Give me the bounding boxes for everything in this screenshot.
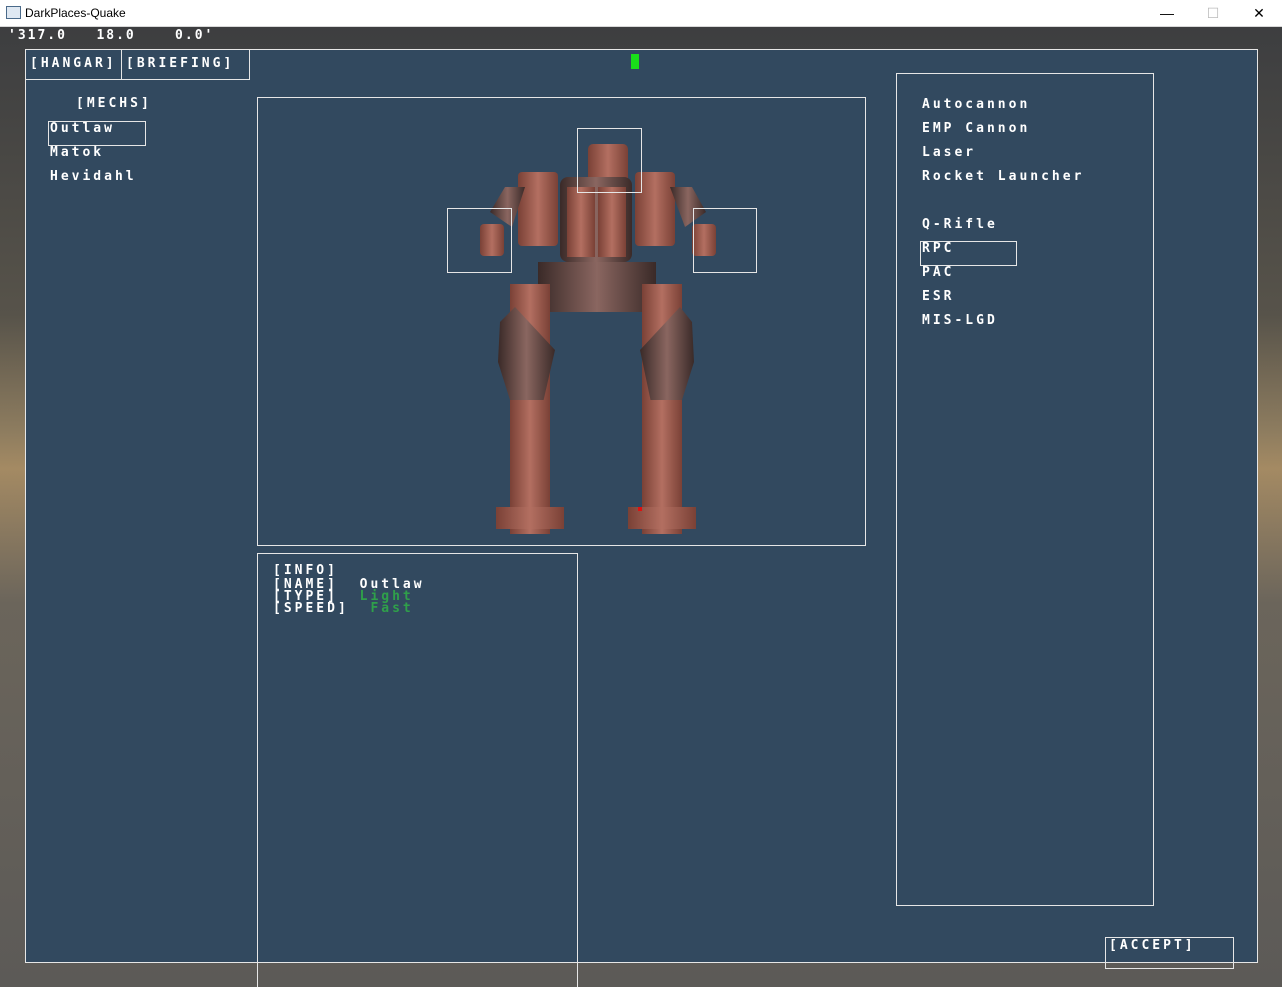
mechs-header: [MECHS] <box>76 96 152 111</box>
weapon-item-rocket-launcher[interactable]: Rocket Launcher <box>922 169 1084 184</box>
weapon-item-esr[interactable]: ESR <box>922 289 954 304</box>
weapon-item-rpc[interactable]: RPC <box>922 241 954 256</box>
hardpoint-head[interactable] <box>577 128 642 193</box>
weapon-item-laser[interactable]: Laser <box>922 145 976 160</box>
position-readout: '317.0 18.0 0.0' <box>8 28 215 43</box>
mech-model <box>480 144 716 534</box>
tab-hangar[interactable]: [HANGAR] <box>25 49 122 80</box>
window-title: DarkPlaces-Quake <box>25 6 126 20</box>
info-header: [INFO] <box>273 563 338 578</box>
hardpoint-left-arm[interactable] <box>447 208 512 273</box>
weapon-item-q-rifle[interactable]: Q-Rifle <box>922 217 998 232</box>
app-icon <box>6 6 21 19</box>
close-button[interactable]: ✕ <box>1236 0 1282 26</box>
mech-item-outlaw[interactable]: Outlaw <box>50 121 115 136</box>
weapon-item-pac[interactable]: PAC <box>922 265 954 280</box>
weapon-item-emp-cannon[interactable]: EMP Cannon <box>922 121 1030 136</box>
game-viewport: '317.0 18.0 0.0' [HANGAR] [BRIEFING] [ME… <box>0 27 1282 987</box>
maximize-button[interactable]: ☐ <box>1190 0 1236 26</box>
window-titlebar: DarkPlaces-Quake — ☐ ✕ <box>0 0 1282 27</box>
info-speed-value: Fast <box>370 601 414 616</box>
mech-item-matok[interactable]: Matok <box>50 145 104 160</box>
hardpoint-right-arm[interactable] <box>693 208 757 273</box>
accept-button[interactable]: [ACCEPT] <box>1105 937 1234 969</box>
info-speed-row: [SPEED] Fast <box>273 601 414 615</box>
weapons-panel <box>896 73 1154 906</box>
weapon-item-mis-lgd[interactable]: MIS-LGD <box>922 313 998 328</box>
weapon-item-autocannon[interactable]: Autocannon <box>922 97 1030 112</box>
mech-item-hevidahl[interactable]: Hevidahl <box>50 169 137 184</box>
status-indicator <box>631 54 639 69</box>
accept-label: [ACCEPT] <box>1109 938 1196 953</box>
info-panel <box>257 553 578 987</box>
info-speed-label: [SPEED] <box>273 601 349 616</box>
tab-briefing[interactable]: [BRIEFING] <box>121 49 250 80</box>
minimize-button[interactable]: — <box>1144 0 1190 26</box>
